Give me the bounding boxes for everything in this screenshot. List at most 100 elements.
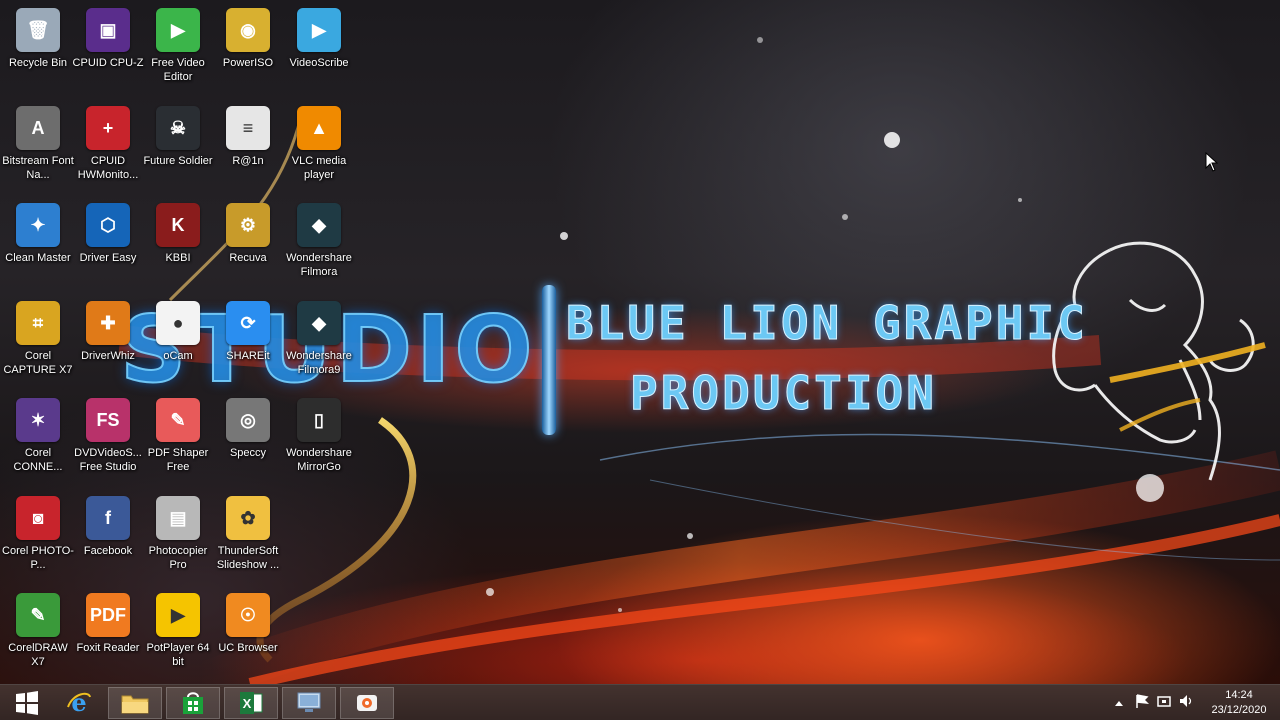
volume-icon[interactable] [1178,693,1194,709]
desktop-icon[interactable]: ✎ PDF Shaper Free [142,392,214,474]
desktop-icon[interactable]: K KBBI [142,197,214,265]
desktop-icon[interactable]: ◆ Wondershare Filmora [283,197,355,279]
file-icon: ≡ [226,106,270,150]
start-button[interactable] [0,687,54,719]
desktop-icon[interactable]: ▲ VLC media player [283,100,355,182]
folder-icon [120,690,150,716]
corel-photo-paint-icon: ◙ [16,496,60,540]
desktop-icon-label: R@1n [232,155,264,167]
desktop-icon[interactable]: ● oCam [142,295,214,363]
desktop-icon-label: PDF Shaper Free [147,447,209,473]
wallpaper-brand-title: BLUE LION GRAPHIC [566,296,1088,351]
thundersoft-icon: ✿ [226,496,270,540]
desktop-icon-label: CorelDRAW X7 [8,642,68,668]
desktop-icon[interactable]: ▣ CPUID CPU-Z [72,2,144,70]
desktop-icon-label: CPUID HWMonito... [77,155,139,181]
wallpaper-divider [542,285,556,435]
desktop-icon-label: Future Soldier [143,155,213,167]
cpu-z-icon: ▣ [86,8,130,52]
desktop-icon-label: Photocopier Pro [148,545,208,571]
clean-master-icon: ✦ [16,203,60,247]
desktop-icon[interactable]: ✿ ThunderSoft Slideshow ... [212,490,284,572]
desktop-icon-label: PotPlayer 64 bit [146,642,210,668]
svg-text:X: X [243,696,252,711]
desktop-icon-label: Wondershare Filmora9 [286,350,352,376]
desktop-icon[interactable]: A Bitstream Font Na... [2,100,74,182]
desktop-icon[interactable]: ☉ UC Browser [212,587,284,655]
taskbar-clock[interactable]: 14:24 23/12/2020 [1208,688,1270,718]
desktop-icon-label: Driver Easy [79,252,137,264]
excel-icon: X [238,690,264,716]
internet-explorer-button[interactable]: e [52,687,106,719]
system-tray: 14:24 23/12/2020 [1080,685,1280,720]
desktop-icon[interactable]: ◆ Wondershare Filmora9 [283,295,355,377]
driverwhiz-icon: ✚ [86,301,130,345]
desktop-icon-label: UC Browser [218,642,278,654]
speccy-icon: ◎ [226,398,270,442]
desktop-icon-label: Corel PHOTO-P... [2,545,74,571]
show-hidden-icons-icon[interactable] [1114,699,1124,707]
desktop-icon-label: Clean Master [5,252,71,264]
desktop-icon[interactable]: ☠ Future Soldier [142,100,214,168]
network-icon[interactable] [1156,693,1172,709]
corel-capture-icon: ⌗ [16,301,60,345]
desktop-icon[interactable]: ◙ Corel PHOTO-P... [2,490,74,572]
kbbi-book-icon: K [156,203,200,247]
video-editor-icon: ▶ [156,8,200,52]
excel-button[interactable]: X [224,687,278,719]
desktop-icon-label: VLC media player [291,155,347,181]
desktop-icon-label: VideoScribe [289,57,349,69]
desktop-icon[interactable]: ▶ VideoScribe [283,2,355,70]
vlc-icon: ▲ [297,106,341,150]
recuva-icon: ⚙ [226,203,270,247]
desktop-icon[interactable]: f Facebook [72,490,144,558]
desktop-icon[interactable]: ⬡ Driver Easy [72,197,144,265]
desktop-icon[interactable]: ✚ DriverWhiz [72,295,144,363]
photocopier-icon: ▤ [156,496,200,540]
desktop-icon[interactable]: ✎ CorelDRAW X7 [2,587,74,669]
desktop-icon[interactable]: ≡ R@1n [212,100,284,168]
mirrorgo-icon: ▯ [297,398,341,442]
desktop-icon[interactable]: ✦ Clean Master [2,197,74,265]
windows-logo-icon [14,690,40,716]
wallpaper-brand-subtitle: PRODUCTION [630,366,937,421]
poweriso-icon: ◉ [226,8,270,52]
desktop-icon-label: SHAREit [226,350,270,362]
desktop-icon-label: Corel CONNE... [13,447,63,473]
foxit-reader-icon: PDF [86,593,130,637]
desktop-icon-label: CPUID CPU-Z [72,57,144,69]
driver-easy-icon: ⬡ [86,203,130,247]
desktop-icon[interactable]: ▶ Free Video Editor [142,2,214,84]
desktop-icon-label: Facebook [83,545,133,557]
desktop-icon[interactable]: ◎ Speccy [212,392,284,460]
desktop-icon[interactable]: + CPUID HWMonito... [72,100,144,182]
desktop-icon[interactable]: ⚙ Recuva [212,197,284,265]
clock-time: 14:24 [1225,689,1253,701]
file-explorer-button[interactable] [108,687,162,719]
remote-app-button[interactable] [282,687,336,719]
filmora9-icon: ◆ [297,301,341,345]
desktop-icon[interactable]: ✶ Corel CONNE... [2,392,74,474]
desktop-icon-label: Wondershare MirrorGo [286,447,352,473]
videoscribe-icon: ▶ [297,8,341,52]
desktop-icon[interactable]: ⟳ SHAREit [212,295,284,363]
desktop-icon-label: ThunderSoft Slideshow ... [216,545,280,571]
mouse-cursor-icon [1205,152,1219,172]
desktop-icon[interactable]: ◉ PowerISO [212,2,284,70]
desktop-icon[interactable]: ▯ Wondershare MirrorGo [283,392,355,474]
desktop-icon-label: Bitstream Font Na... [2,155,74,181]
desktop-icon[interactable]: ⌗ Corel CAPTURE X7 [2,295,74,377]
store-button[interactable] [166,687,220,719]
desktop-icon[interactable]: ▤ Photocopier Pro [142,490,214,572]
desktop-icon[interactable]: FS DVDVideoS... Free Studio [72,392,144,474]
action-center-flag-icon[interactable] [1134,693,1150,709]
desktop-icon[interactable]: ▶ PotPlayer 64 bit [142,587,214,669]
desktop-icon-label: oCam [163,350,193,362]
monitor-icon [295,690,323,716]
desktop-icon-label: Recuva [229,252,267,264]
dvdvideosoft-icon: FS [86,398,130,442]
desktop-icon-label: Wondershare Filmora [286,252,352,278]
desktop-icon[interactable]: 🗑 Recycle Bin [2,2,74,70]
ocam-taskbar-button[interactable] [340,687,394,719]
desktop-icon[interactable]: PDF Foxit Reader [72,587,144,655]
